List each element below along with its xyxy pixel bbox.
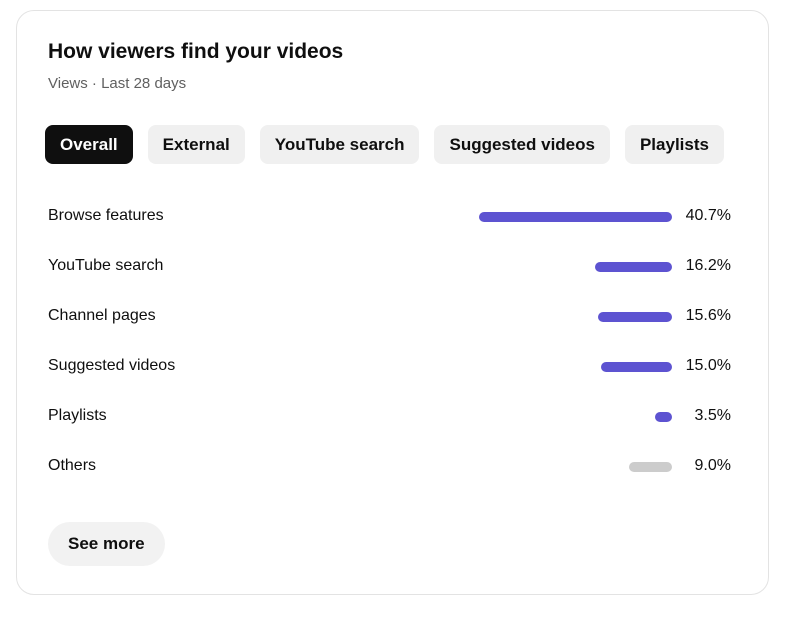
- source-percent: 16.2%: [685, 257, 731, 274]
- source-row-youtube-search: YouTube search 16.2%: [48, 242, 731, 292]
- source-row-others: Others 9.0%: [48, 442, 731, 492]
- source-percent: 3.5%: [694, 407, 731, 424]
- source-row-browse-features: Browse features 40.7%: [48, 192, 731, 242]
- tab-overall[interactable]: Overall: [45, 125, 133, 164]
- source-bar-track: [472, 412, 672, 422]
- source-percent: 40.7%: [685, 207, 731, 224]
- traffic-sources-card: How viewers find your videos Views · Las…: [16, 10, 769, 595]
- tab-playlists[interactable]: Playlists: [624, 125, 724, 164]
- card-title: How viewers find your videos: [48, 40, 344, 63]
- source-bar: [598, 312, 672, 322]
- source-bar: [595, 262, 672, 272]
- traffic-source-list: Browse features 40.7% YouTube search 16.…: [48, 192, 731, 492]
- source-row-suggested-videos: Suggested videos 15.0%: [48, 342, 731, 392]
- source-label: Channel pages: [48, 307, 156, 324]
- source-bar: [601, 362, 672, 372]
- source-bar-track: [472, 312, 672, 322]
- source-row-playlists: Playlists 3.5%: [48, 392, 731, 442]
- source-percent: 15.0%: [685, 357, 731, 374]
- source-percent: 9.0%: [694, 457, 731, 474]
- source-label: Suggested videos: [48, 357, 176, 374]
- see-more-button[interactable]: See more: [48, 522, 165, 566]
- source-label: Browse features: [48, 207, 164, 224]
- source-label: Others: [48, 457, 97, 474]
- tab-suggested-videos[interactable]: Suggested videos: [434, 125, 610, 164]
- source-bar: [479, 212, 672, 222]
- source-percent: 15.6%: [685, 307, 731, 324]
- filter-tabs: Overall External YouTube search Suggeste…: [45, 125, 724, 164]
- source-bar-track: [472, 212, 672, 222]
- tab-external[interactable]: External: [147, 125, 245, 164]
- source-bar-track: [472, 462, 672, 472]
- card-subtitle: Views · Last 28 days: [48, 75, 187, 92]
- tab-youtube-search[interactable]: YouTube search: [259, 125, 420, 164]
- source-bar-track: [472, 362, 672, 372]
- source-label: Playlists: [48, 407, 107, 424]
- source-row-channel-pages: Channel pages 15.6%: [48, 292, 731, 342]
- source-bar-track: [472, 262, 672, 272]
- source-label: YouTube search: [48, 257, 164, 274]
- source-bar: [629, 462, 672, 472]
- source-bar: [655, 412, 672, 422]
